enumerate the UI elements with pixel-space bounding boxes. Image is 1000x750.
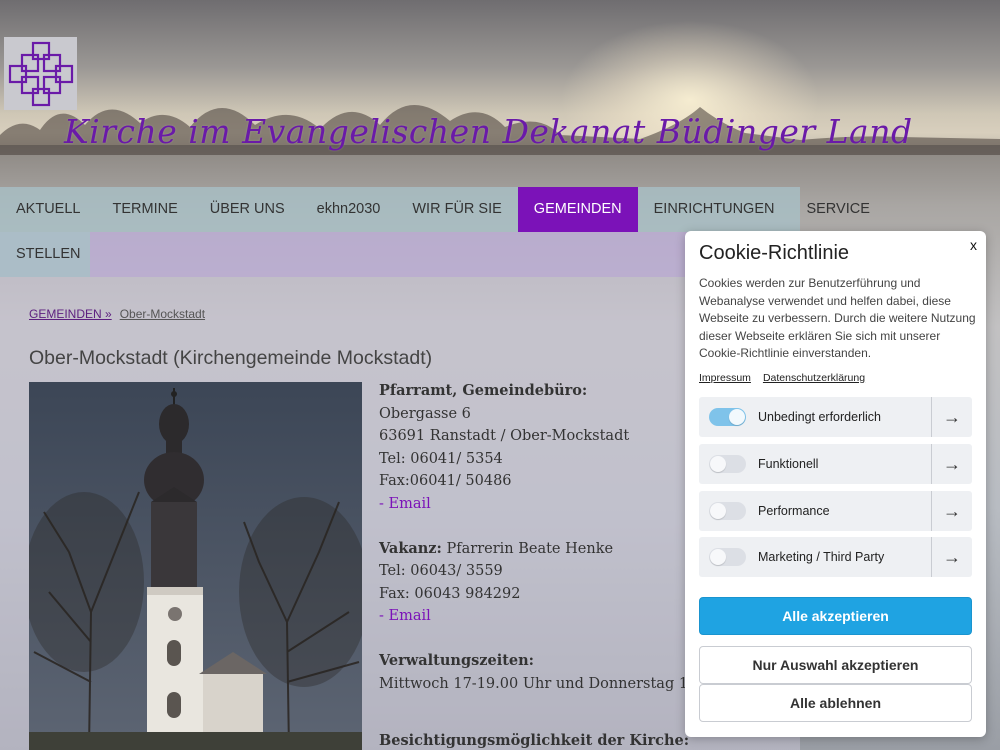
nav-item-stellen[interactable]: STELLEN bbox=[0, 232, 90, 277]
cookie-category-marketing: Marketing / Third Party → bbox=[699, 537, 972, 577]
close-icon[interactable]: x bbox=[970, 237, 977, 253]
breadcrumb-link-gemeinden[interactable]: GEMEINDEN » bbox=[29, 307, 112, 321]
impressum-link[interactable]: Impressum bbox=[699, 372, 751, 384]
cross-logo-icon bbox=[8, 41, 73, 106]
cookie-category-necessary: Unbedingt erforderlich → bbox=[699, 397, 972, 437]
main-navigation: AKTUELL TERMINE ÜBER UNS ekhn2030 WIR FÜR SI… bbox=[0, 187, 870, 277]
cookie-title: Cookie-Richtlinie bbox=[699, 242, 850, 264]
nav-item-über-uns[interactable]: ÜBER UNS bbox=[194, 187, 301, 232]
category-label: Unbedingt erforderlich bbox=[758, 410, 881, 424]
cookie-links: Impressum Datenschutzerklärung bbox=[699, 372, 865, 384]
toggle-necessary[interactable] bbox=[709, 408, 746, 426]
cookie-category-functional: Funktionell → bbox=[699, 444, 972, 484]
nav-item-aktuell[interactable]: AKTUELL bbox=[0, 187, 96, 232]
toggle-marketing[interactable] bbox=[709, 548, 746, 566]
verwaltung-heading: Verwaltungszeiten: bbox=[379, 652, 535, 669]
arrow-right-icon[interactable]: → bbox=[931, 491, 972, 531]
besichtigung-heading: Besichtigungsmöglichkeit der Kirche: bbox=[379, 731, 690, 749]
arrow-right-icon[interactable]: → bbox=[931, 537, 972, 577]
page-title: Ober-Mockstadt (Kirchengemeinde Mockstad… bbox=[29, 347, 433, 369]
pfarramt-heading: Pfarramt, Gemeindebüro: bbox=[379, 382, 588, 399]
reject-all-button[interactable]: Alle ablehnen bbox=[699, 684, 972, 722]
nav-row-secondary: STELLEN bbox=[0, 232, 800, 277]
arrow-right-icon[interactable]: → bbox=[931, 444, 972, 484]
nav-row: AKTUELL TERMINE ÜBER UNS ekhn2030 WIR FÜR SI… bbox=[0, 187, 870, 232]
category-label: Performance bbox=[758, 504, 830, 518]
toggle-functional[interactable] bbox=[709, 455, 746, 473]
toggle-performance[interactable] bbox=[709, 502, 746, 520]
accept-all-button[interactable]: Alle akzeptieren bbox=[699, 597, 972, 635]
site-title[interactable]: Kirche im Evangelischen Dekanat Büdinger… bbox=[64, 112, 913, 151]
breadcrumb: GEMEINDEN » Ober-Mockstadt bbox=[29, 307, 205, 321]
breadcrumb-current[interactable]: Ober-Mockstadt bbox=[120, 307, 205, 321]
nav-item-ekhn2030[interactable]: ekhn2030 bbox=[301, 187, 397, 232]
site-logo[interactable] bbox=[4, 37, 77, 110]
cookie-description: Cookies werden zur Benutzerführung und W… bbox=[699, 276, 976, 360]
main-content: GEMEINDEN » Ober-Mockstadt Ober-Mockstad… bbox=[0, 277, 800, 750]
nav-item-gemeinden[interactable]: GEMEINDEN bbox=[517, 187, 638, 232]
datenschutz-link[interactable]: Datenschutzerklärung bbox=[763, 372, 865, 384]
vakanz-label: Vakanz: bbox=[379, 539, 442, 557]
category-label: Marketing / Third Party bbox=[758, 550, 885, 564]
church-illustration bbox=[29, 382, 362, 750]
church-photo bbox=[29, 382, 362, 750]
cookie-category-performance: Performance → bbox=[699, 491, 972, 531]
arrow-right-icon[interactable]: → bbox=[931, 397, 972, 437]
category-label: Funktionell bbox=[758, 457, 819, 471]
accept-selection-button[interactable]: Nur Auswahl akzeptieren bbox=[699, 646, 972, 684]
nav-item-termine[interactable]: TERMINE bbox=[96, 187, 193, 232]
nav-item-service[interactable]: SERVICE bbox=[790, 187, 885, 232]
nav-item-wir-für-sie[interactable]: WIR FÜR SIE bbox=[396, 187, 517, 232]
cookie-dialog: x Cookie-Richtlinie Cookies werden zur B… bbox=[685, 231, 986, 737]
vakanz-text: Pfarrerin Beate Henke bbox=[441, 540, 614, 557]
nav-item-einrichtungen[interactable]: EINRICHTUNGEN bbox=[638, 187, 791, 232]
